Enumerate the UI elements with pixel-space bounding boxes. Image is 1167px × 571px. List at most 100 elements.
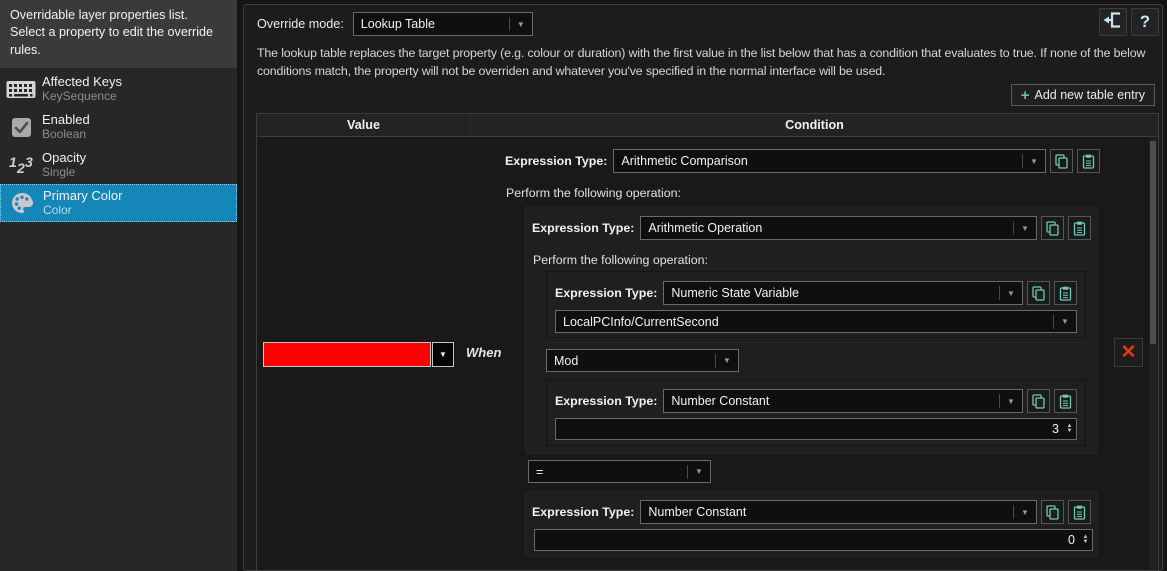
copy-button[interactable] [1050,149,1073,173]
paste-button[interactable] [1068,216,1091,240]
expression-row-constant-3: Expression Type: Number Constant ▼ [555,389,1077,413]
expression-type-select-variable[interactable]: Numeric State Variable ▼ [663,281,1023,305]
svg-text:3: 3 [25,154,33,170]
operand2-group: Expression Type: Number Constant ▼ 0 ▲ ▼ [523,489,1100,559]
property-type: KeySequence [42,88,117,103]
tree-icon [1102,9,1124,36]
number-spinner[interactable]: ▲ ▼ [1063,423,1076,434]
column-header-value: Value [257,114,471,136]
delete-icon: ✕ [1120,342,1137,363]
chevron-down-icon: ▼ [1021,223,1029,233]
chevron-down-icon: ▼ [439,350,447,359]
expression-type-select-constant-3[interactable]: Number Constant ▼ [663,389,1023,413]
number-spinner[interactable]: ▲ ▼ [1079,534,1092,545]
column-header-condition: Condition [785,118,844,132]
expression-row-root: Expression Type: Arithmetic Comparison ▼ [505,149,1100,173]
numbers-icon: 123 [0,154,42,176]
sidebar-item-opacity[interactable]: 123 Opacity Single [0,146,237,184]
chevron-down-icon: ▼ [1007,396,1015,406]
override-editor-panel: Override mode: Lookup Table ▼ ? The look… [243,4,1163,571]
scrollbar-thumb[interactable] [1150,141,1156,344]
expression-type-label: Expression Type: [532,505,635,519]
spin-down-icon[interactable]: ▼ [1083,539,1089,545]
perform-operation-label: Perform the following operation: [533,253,708,267]
sidebar-item-affected-keys[interactable]: Affected Keys KeySequence [0,70,237,108]
number-constant-input-0[interactable]: 0 ▲ ▼ [534,529,1093,551]
table-row: ▼ When Expression Type: Arithmetic Compa… [257,138,1158,570]
palette-icon [1,191,43,215]
copy-button[interactable] [1041,216,1064,240]
lookup-table: Value Condition ▼ When Expression Type: [256,113,1159,571]
paste-icon [1059,286,1072,301]
property-type: Single [42,164,76,179]
color-dropdown-button[interactable]: ▼ [432,342,454,367]
plus-icon: + [1020,86,1030,104]
property-label: Affected Keys [42,73,122,89]
expression-type-label: Expression Type: [505,154,608,168]
property-label: Enabled [42,111,90,127]
lookup-table-description: The lookup table replaces the target pro… [257,46,1146,78]
add-table-entry-button[interactable]: + Add new table entry [1010,84,1155,106]
override-mode-select[interactable]: Lookup Table ▼ [352,12,533,36]
value-color-picker: ▼ [263,342,455,367]
overrides-editor-window: Overridable layer properties list. Selec… [0,0,1167,571]
color-swatch[interactable] [263,342,431,367]
operand1-group: Expression Type: Arithmetic Operation ▼ [523,204,1100,456]
paste-icon [1082,154,1095,169]
expression-type-select-operand1[interactable]: Arithmetic Operation ▼ [640,216,1037,240]
vertical-scrollbar[interactable] [1149,138,1157,569]
copy-icon [1046,504,1059,520]
condition-tree-button[interactable] [1099,8,1127,36]
copy-icon [1055,153,1068,169]
operator-select-equals[interactable]: = ▼ [528,460,711,483]
chevron-down-icon: ▼ [1021,507,1029,517]
state-variable-select[interactable]: LocalPCInfo/CurrentSecond ▼ [555,310,1077,333]
paste-icon [1059,394,1072,409]
table-header: Value Condition [257,114,1158,137]
copy-button[interactable] [1027,281,1050,305]
number-constant-input-3[interactable]: 3 ▲ ▼ [555,418,1077,440]
property-list: Affected Keys KeySequence Enabled Boolea… [0,68,237,223]
question-mark-icon: ? [1139,12,1151,31]
expression-row-operand1: Expression Type: Arithmetic Operation ▼ [532,216,1091,240]
paste-button[interactable] [1054,389,1077,413]
sidebar-item-primary-color[interactable]: Primary Color Color [0,184,237,223]
operand1-operand1-group: Expression Type: Numeric State Variable … [546,271,1086,338]
spin-down-icon[interactable]: ▼ [1067,428,1073,434]
property-label: Primary Color [43,187,123,203]
paste-button[interactable] [1077,149,1100,173]
expression-type-select-constant-0[interactable]: Number Constant ▼ [640,500,1037,524]
copy-button[interactable] [1041,500,1064,524]
paste-icon [1073,505,1086,520]
copy-button[interactable] [1027,389,1050,413]
property-type: Boolean [42,126,87,141]
perform-operation-label: Perform the following operation: [506,186,681,200]
help-button[interactable]: ? [1131,8,1159,36]
override-mode-label: Override mode: [257,17,344,31]
condition-tree: Expression Type: Arithmetic Comparison ▼ [505,149,1100,569]
checkbox-icon [0,117,42,138]
sidebar-item-enabled[interactable]: Enabled Boolean [0,108,237,146]
chevron-down-icon: ▼ [1061,317,1069,326]
expression-type-label: Expression Type: [555,286,658,300]
chevron-down-icon: ▼ [723,356,731,365]
property-label: Opacity [42,149,87,165]
paste-button[interactable] [1054,281,1077,305]
expression-row-variable: Expression Type: Numeric State Variable … [555,281,1077,305]
paste-icon [1073,221,1086,236]
chevron-down-icon: ▼ [695,467,703,476]
svg-text:2: 2 [16,160,25,176]
add-table-entry-label: Add new table entry [1034,88,1146,102]
paste-button[interactable] [1068,500,1091,524]
expression-type-label: Expression Type: [555,394,658,408]
copy-icon [1032,393,1045,409]
when-label: When [466,345,502,360]
expression-type-label: Expression Type: [532,221,635,235]
properties-sidebar: Overridable layer properties list. Selec… [0,0,237,571]
operator-select-mod[interactable]: Mod ▼ [546,349,739,372]
property-type: Color [43,202,72,217]
expression-type-select-root[interactable]: Arithmetic Comparison ▼ [613,149,1046,173]
delete-entry-button[interactable]: ✕ [1114,338,1143,367]
chevron-down-icon: ▼ [1030,156,1038,166]
chevron-down-icon: ▼ [516,19,525,29]
